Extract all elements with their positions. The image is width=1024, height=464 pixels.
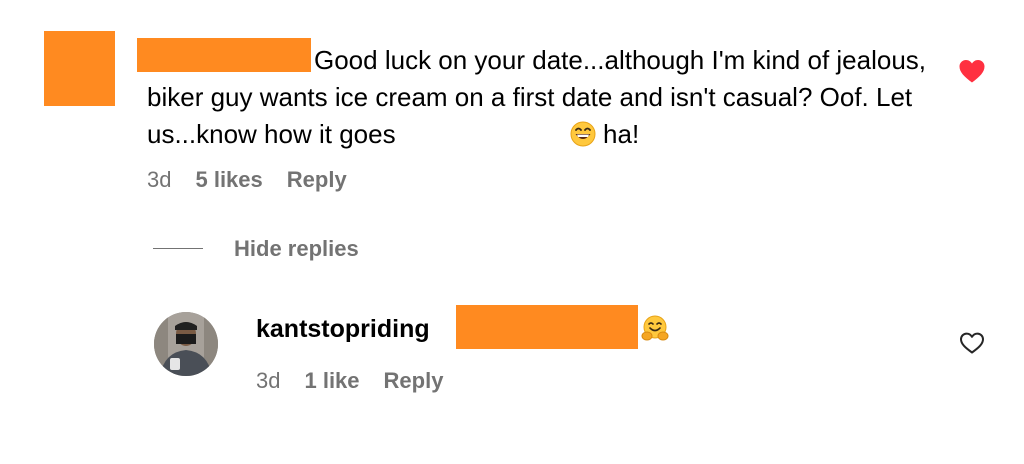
reply-age: 3d (256, 368, 281, 393)
reply-likes-count[interactable]: 1 like (304, 368, 359, 394)
comment-text-end: ha! (595, 119, 640, 149)
replies-divider-line (153, 248, 203, 249)
reply-meta: 3d 1 like Reply (256, 368, 443, 394)
comment-text: Good luck on your date...although I'm ki… (147, 42, 937, 157)
reply-avatar[interactable] (154, 312, 218, 376)
comment-age: 3d (147, 167, 172, 192)
heart-filled-icon[interactable] (958, 58, 986, 84)
hugging-face-icon (641, 315, 669, 348)
comment-meta: 3d 5 likes Reply (147, 167, 347, 193)
comment-likes-count[interactable]: 5 likes (195, 167, 262, 193)
hide-replies-button[interactable]: Hide replies (234, 236, 359, 262)
comment-reply-button[interactable]: Reply (287, 167, 347, 193)
reply-text-redacted (456, 305, 638, 349)
grinning-face-icon (403, 120, 596, 157)
reply-username[interactable]: kantstopriding (256, 315, 430, 344)
heart-outline-icon[interactable] (959, 331, 985, 355)
reply-reply-button[interactable]: Reply (384, 368, 444, 394)
commenter-avatar-redacted (44, 31, 115, 106)
